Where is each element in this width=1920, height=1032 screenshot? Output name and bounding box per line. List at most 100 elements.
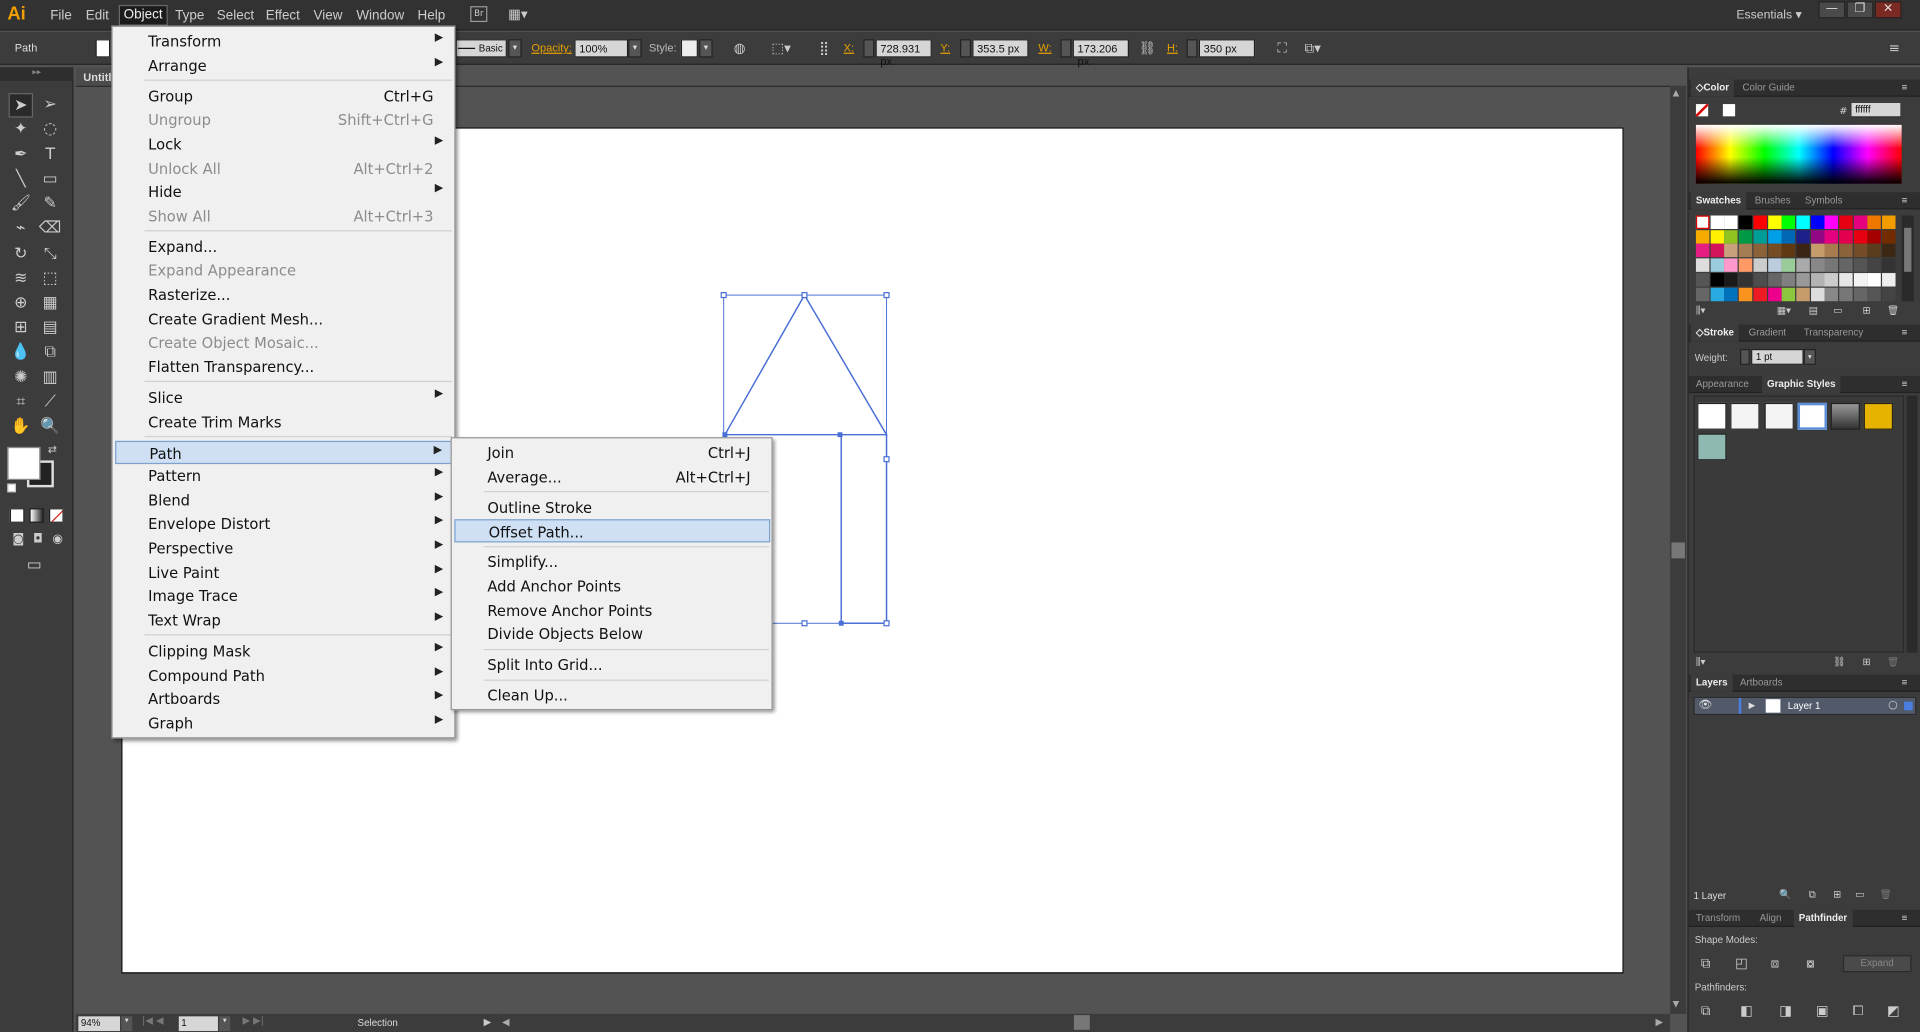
new-style-icon[interactable]: ⊞ [1862, 656, 1870, 667]
horizontal-scroll-thumb[interactable] [1073, 1015, 1090, 1030]
delete-layer-icon[interactable]: 🗑 [1880, 889, 1892, 900]
tab-artboards[interactable]: Artboards [1740, 677, 1782, 688]
swatch[interactable] [1767, 244, 1782, 258]
swatch[interactable] [1824, 272, 1839, 287]
paintbrush-tool-icon[interactable]: 🖌 [9, 192, 33, 216]
opacity-field[interactable]: 100% [574, 39, 629, 58]
style-library-icon[interactable]: ⫼▾ [1696, 656, 1705, 667]
swatch[interactable] [1810, 229, 1825, 244]
pencil-tool-icon[interactable]: ✎ [38, 192, 62, 216]
swatch[interactable] [1724, 287, 1739, 301]
reference-point-icon[interactable]: ⣿ [816, 40, 833, 56]
path-menu-item-split-into-grid[interactable]: Split Into Grid... [454, 653, 770, 676]
line-tool-icon[interactable]: ╲ [9, 168, 33, 192]
tab-transparency[interactable]: Transparency [1804, 327, 1864, 338]
swatch[interactable] [1853, 244, 1867, 258]
horizontal-scrollbar[interactable]: ◀ ▶ [498, 1013, 1671, 1032]
tab-gradient[interactable]: Gradient [1749, 327, 1787, 338]
swatch[interactable] [1882, 244, 1896, 258]
vertical-scrollbar[interactable]: ▲ ▼ [1670, 85, 1687, 1014]
zoom-tool-icon[interactable]: 🔍 [38, 415, 62, 439]
artboard-tool-icon[interactable]: ⌗ [9, 391, 33, 415]
swatch[interactable] [1781, 244, 1796, 258]
new-layer-icon[interactable]: ▭ [1855, 889, 1864, 900]
expand-button[interactable]: Expand [1842, 955, 1912, 973]
path-menu-item-divide-objects-below[interactable]: Divide Objects Below [454, 622, 770, 645]
path-menu-item-offset-path[interactable]: Offset Path... [454, 519, 771, 543]
swatch[interactable] [1882, 258, 1896, 272]
isolate-icon[interactable]: ⧉▾ [1304, 40, 1321, 56]
swap-colors-icon[interactable]: ⇄ [48, 444, 57, 456]
menu-file[interactable]: File [47, 7, 76, 24]
swatch[interactable] [1753, 287, 1767, 301]
warp-tool-icon[interactable]: ≋ [9, 267, 33, 291]
gradient-tool-icon[interactable]: ▤ [38, 316, 62, 340]
fill-swatch[interactable] [95, 39, 111, 58]
menu-edit[interactable]: Edit [82, 7, 113, 24]
pathfinder-menu-icon[interactable]: ≡ [1902, 912, 1908, 923]
object-menu-item-live-paint[interactable]: Live Paint ▶ [115, 560, 453, 583]
x-field[interactable]: 728.931 px [875, 39, 932, 67]
swatch[interactable] [1753, 244, 1767, 258]
swatch[interactable] [1767, 229, 1782, 244]
object-menu-item-image-trace[interactable]: Image Trace ▶ [115, 584, 453, 607]
x-spinner[interactable] [863, 39, 875, 58]
tab-align[interactable]: Align [1760, 912, 1782, 923]
swatch[interactable] [1738, 272, 1753, 287]
draw-inside-icon[interactable]: ◉ [45, 528, 69, 552]
swatch[interactable] [1867, 215, 1882, 229]
swatch[interactable] [1882, 287, 1896, 301]
graphic-style-5[interactable] [1830, 402, 1861, 430]
swatch[interactable] [1710, 229, 1724, 244]
scroll-right-icon[interactable]: ▶ [1656, 1016, 1664, 1027]
graph-tool-icon[interactable]: ▥ [38, 366, 62, 390]
graphic-style-6[interactable] [1863, 402, 1894, 430]
tab-appearance[interactable]: Appearance [1696, 378, 1749, 389]
swatch[interactable] [1824, 287, 1839, 301]
swatch[interactable] [1710, 287, 1724, 301]
zoom-field[interactable]: 94% [78, 1016, 121, 1032]
swatch[interactable] [1738, 215, 1753, 229]
divide-icon[interactable]: ⧉ [1701, 1003, 1711, 1020]
toolbar-grip[interactable]: ▸▸ [0, 67, 74, 81]
swatch[interactable] [1695, 244, 1710, 258]
object-menu-item-pattern[interactable]: Pattern ▶ [115, 464, 453, 487]
crop-icon[interactable]: ▣ [1816, 1003, 1829, 1019]
close-icon[interactable]: ✕ [1874, 1, 1902, 19]
object-menu-item-slice[interactable]: Slice ▶ [115, 386, 453, 409]
color-panel-menu-icon[interactable]: ≡ [1902, 82, 1908, 93]
swatch[interactable] [1867, 287, 1882, 301]
swatch[interactable] [1853, 287, 1867, 301]
layer-name[interactable]: Layer 1 [1788, 700, 1821, 711]
slice-tool-icon[interactable]: ⟋ [38, 391, 62, 415]
w-field[interactable]: 173.206 px [1072, 39, 1129, 67]
swatch[interactable] [1839, 287, 1853, 301]
next-artboard-icon[interactable]: ▶ ▶| [242, 1015, 263, 1026]
swatch[interactable] [1724, 215, 1739, 229]
swatch[interactable] [1738, 229, 1753, 244]
gradient-mode-icon[interactable] [29, 508, 45, 523]
show-swatch-kinds-icon[interactable]: ▦▾ [1777, 305, 1791, 316]
minus-front-icon[interactable]: ◰ [1735, 955, 1748, 971]
swatch[interactable] [1767, 215, 1782, 229]
swatch[interactable] [1753, 215, 1767, 229]
swatch[interactable] [1853, 229, 1867, 244]
constrain-proportions-icon[interactable]: ⛓ [1139, 40, 1156, 56]
swatch-library-icon[interactable]: ⫼▾ [1696, 305, 1705, 317]
swatch[interactable] [1710, 215, 1724, 229]
swatch[interactable] [1796, 244, 1810, 258]
outline-icon[interactable]: ⧠ [1853, 1003, 1864, 1020]
expand-layer-icon[interactable]: ▶ [1749, 700, 1756, 710]
swatch[interactable] [1853, 272, 1867, 287]
swatch[interactable] [1839, 244, 1853, 258]
swatch[interactable] [1867, 272, 1882, 287]
stroke-panel-menu-icon[interactable]: ≡ [1902, 327, 1908, 338]
swatch[interactable] [1839, 272, 1853, 287]
trim-icon[interactable]: ◧ [1740, 1003, 1753, 1019]
object-menu-item-rasterize[interactable]: Rasterize... [115, 283, 453, 306]
minimize-icon[interactable]: — [1818, 1, 1846, 19]
symbol-sprayer-tool-icon[interactable]: ✺ [9, 366, 33, 390]
object-menu-item-create-trim-marks[interactable]: Create Trim Marks [115, 410, 453, 433]
layers-panel-menu-icon[interactable]: ≡ [1902, 677, 1908, 688]
scroll-left-icon[interactable]: ◀ [502, 1016, 510, 1027]
